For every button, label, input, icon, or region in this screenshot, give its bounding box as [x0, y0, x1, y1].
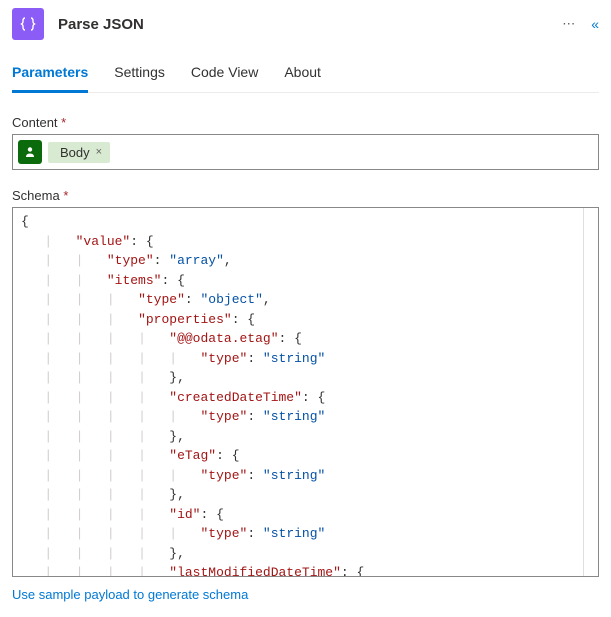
body-token-icon — [18, 140, 42, 164]
parse-json-icon — [12, 8, 44, 40]
tab-parameters[interactable]: Parameters — [12, 56, 88, 93]
tab-codeview[interactable]: Code View — [191, 56, 258, 93]
more-button[interactable]: ⋯ — [562, 16, 577, 32]
generate-schema-link[interactable]: Use sample payload to generate schema — [12, 587, 248, 602]
action-header: Parse JSON ⋯ « — [12, 8, 599, 40]
schema-label: Schema * — [12, 188, 599, 203]
content-required: * — [61, 115, 66, 130]
collapse-button[interactable]: « — [591, 16, 599, 32]
content-input[interactable]: Body × — [12, 134, 599, 170]
schema-required: * — [63, 188, 68, 203]
content-label-text: Content — [12, 115, 58, 130]
tab-about[interactable]: About — [284, 56, 321, 93]
body-token-remove[interactable]: × — [96, 146, 102, 158]
body-token[interactable]: Body × — [48, 142, 110, 163]
body-token-label: Body — [60, 145, 90, 160]
schema-editor[interactable]: { | "value": { | | "type": "array", | | … — [12, 207, 599, 577]
tab-bar: Parameters Settings Code View About — [12, 56, 599, 93]
action-title: Parse JSON — [58, 16, 562, 33]
content-label: Content * — [12, 115, 599, 130]
schema-label-text: Schema — [12, 188, 60, 203]
tab-settings[interactable]: Settings — [114, 56, 165, 93]
